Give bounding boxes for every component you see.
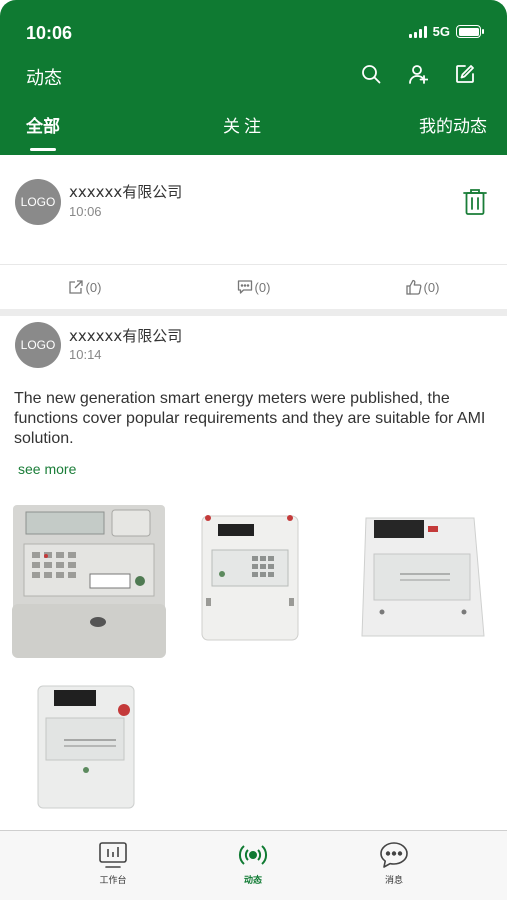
message-icon [380, 842, 408, 868]
share-count: (0) [85, 279, 102, 295]
post-divider [0, 309, 507, 316]
post-time: 10:14 [69, 347, 102, 362]
post-actions: (0) (0) (0) [0, 264, 507, 309]
like-button[interactable]: (0) [405, 279, 440, 295]
search-icon[interactable] [361, 64, 381, 84]
comment-icon [237, 280, 252, 294]
battery-icon [456, 25, 484, 38]
status-indicators: 5G [408, 24, 484, 39]
smart-meter-photo-1[interactable] [12, 504, 166, 658]
tab-label: 消息 [384, 876, 403, 886]
share-icon [68, 280, 83, 294]
tab-label: 工作台 [99, 876, 127, 886]
smart-meter-photo-3[interactable] [360, 514, 488, 646]
smart-meter-photo-4[interactable] [36, 684, 136, 810]
avatar[interactable]: LOGO [15, 179, 61, 225]
thumbs-up-icon [405, 279, 422, 295]
broadcast-icon [238, 845, 268, 865]
network-type: 5G [432, 24, 450, 39]
trash-icon[interactable] [463, 188, 487, 216]
tab-following[interactable]: 关注 [223, 112, 265, 137]
feed-tabs: 全部 关注 我的动态 [0, 112, 507, 142]
post-body: The new generation smart energy meters w… [14, 390, 486, 447]
see-more-link[interactable]: see more [18, 461, 76, 477]
active-tab-indicator [30, 148, 56, 151]
tab-workbench[interactable]: 工作台 [83, 841, 143, 886]
tab-feed[interactable]: 动态 [223, 841, 283, 886]
tab-my-posts[interactable]: 我的动态 [419, 112, 487, 137]
smart-meter-photo-2[interactable] [198, 510, 302, 644]
status-time: 10:06 [26, 23, 73, 43]
company-name[interactable]: xxxxxx有限公司 [69, 325, 182, 346]
tab-label: 动态 [243, 876, 262, 886]
share-button[interactable]: (0) [68, 279, 102, 295]
header-actions [361, 64, 475, 84]
edit-icon[interactable] [455, 64, 475, 84]
comment-button[interactable]: (0) [237, 279, 271, 295]
comment-count: (0) [254, 279, 271, 295]
bottom-tab-bar: 工作台 动态 消息 [0, 830, 507, 900]
avatar[interactable]: LOGO [15, 322, 61, 368]
company-name[interactable]: xxxxxx有限公司 [69, 181, 182, 202]
tab-all[interactable]: 全部 [26, 112, 60, 137]
app-header: 10:06 5G 动态 全部 关注 我的动态 [0, 0, 507, 155]
like-count: (0) [423, 279, 440, 295]
post-time: 10:06 [69, 204, 102, 219]
signal-icon [408, 25, 427, 38]
workbench-icon [99, 842, 127, 868]
tab-messages[interactable]: 消息 [364, 841, 424, 886]
page-title: 动态 [26, 68, 62, 89]
add-user-icon[interactable] [408, 64, 428, 84]
